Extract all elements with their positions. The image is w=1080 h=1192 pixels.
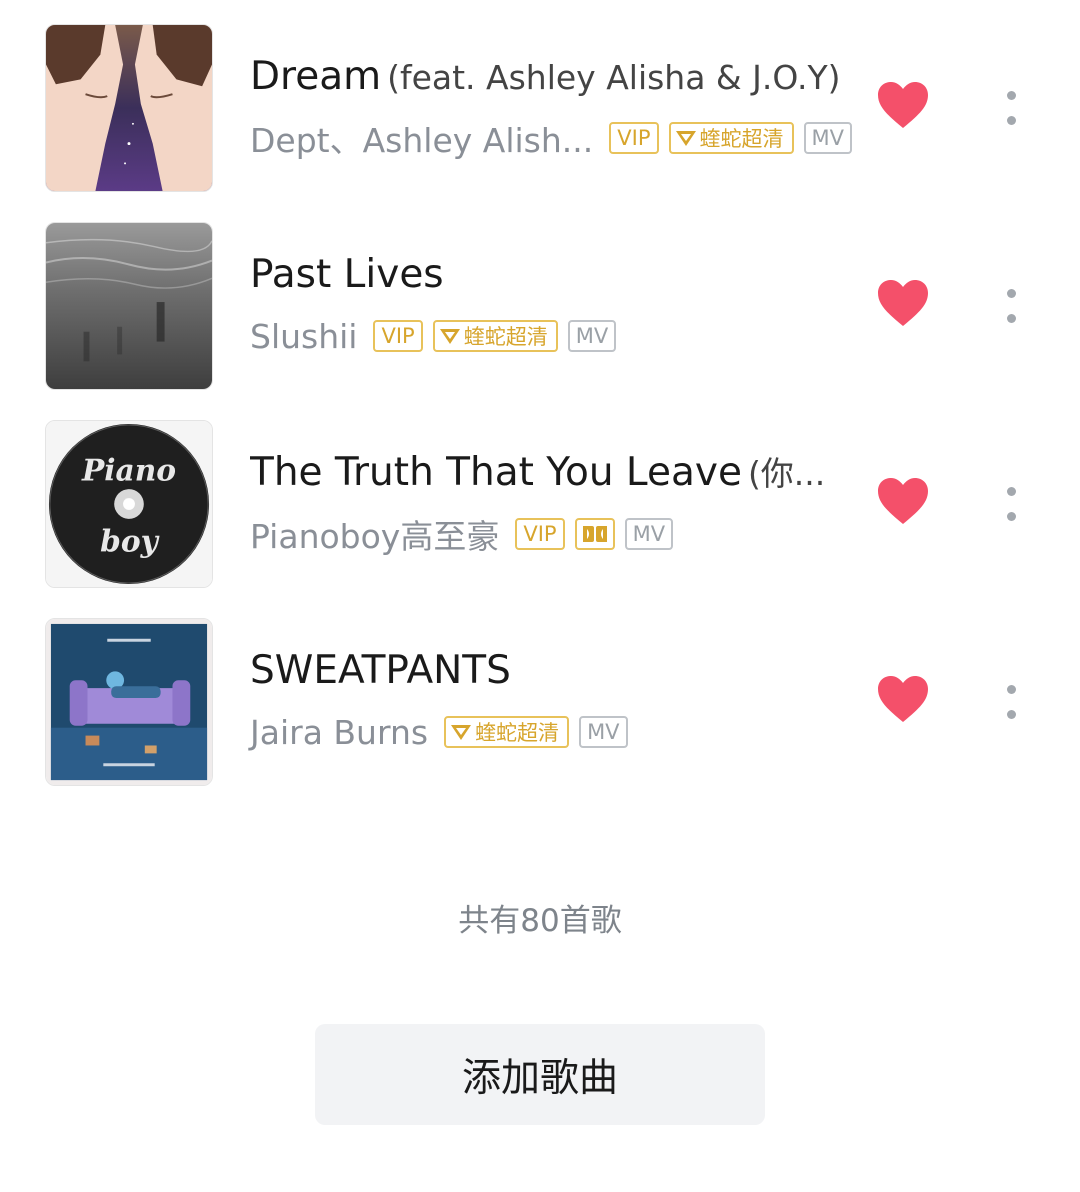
album-cover-past-lives bbox=[45, 222, 213, 390]
heart-icon[interactable] bbox=[876, 278, 930, 328]
artist-name[interactable]: Slushii bbox=[250, 317, 357, 356]
vip-badge: VIP bbox=[609, 122, 659, 154]
viper-v-icon bbox=[439, 329, 460, 344]
song-info: Dream (feat. Ashley Alisha & J.O.Y) Dept、… bbox=[250, 48, 852, 162]
album-cover-piano-boy: Piano boy bbox=[45, 420, 213, 588]
song-title-line: Dream (feat. Ashley Alisha & J.O.Y) bbox=[250, 48, 850, 106]
mv-badge[interactable]: MV bbox=[579, 716, 628, 748]
piano-boy-cd-cover-art: Piano boy bbox=[46, 421, 212, 587]
hq-badge: 蝰蛇超清 bbox=[432, 320, 558, 352]
song-title: Past Lives bbox=[250, 252, 444, 297]
hq-badge-label: 蝰蛇超清 bbox=[699, 127, 784, 151]
dolby-icon bbox=[574, 518, 615, 550]
artist-name[interactable]: Pianoboy高至豪 bbox=[250, 510, 499, 558]
song-meta: Pianoboy高至豪 VIP MV bbox=[250, 510, 850, 558]
song-list: Dream (feat. Ashley Alisha & J.O.Y) Dept、… bbox=[0, 24, 1080, 816]
song-meta: Jaira Burns 蝰蛇超清 MV bbox=[250, 708, 850, 756]
album-cover-sweatpants bbox=[45, 618, 213, 786]
viper-v-icon bbox=[451, 725, 472, 740]
song-title-line: Past Lives bbox=[250, 246, 850, 304]
heart-icon[interactable] bbox=[876, 80, 930, 130]
hq-badge-label: 蝰蛇超清 bbox=[475, 721, 560, 745]
song-row-dream[interactable]: Dream (feat. Ashley Alisha & J.O.Y) Dept、… bbox=[0, 24, 1080, 222]
song-title: SWEATPANTS bbox=[250, 648, 511, 693]
mv-badge[interactable]: MV bbox=[567, 320, 617, 352]
song-meta: Dept、Ashley Alish... VIP 蝰蛇超清 MV bbox=[250, 114, 852, 162]
song-row-sweatpants[interactable]: SWEATPANTS Jaira Burns 蝰蛇超清 MV bbox=[0, 618, 1080, 816]
hq-badge: 蝰蛇超清 bbox=[444, 716, 570, 748]
song-row-past-lives[interactable]: Past Lives Slushii VIP 蝰蛇超清 MV bbox=[0, 222, 1080, 420]
vip-badge: VIP bbox=[515, 518, 565, 550]
song-title-line: SWEATPANTS bbox=[250, 642, 850, 700]
past-lives-cover-art bbox=[46, 223, 212, 389]
more-options-icon[interactable] bbox=[990, 668, 1032, 728]
mv-badge[interactable]: MV bbox=[803, 122, 852, 154]
song-count-text: 共有80首歌 bbox=[458, 903, 622, 939]
song-row-the-truth[interactable]: Piano boy The Truth That You Leave (你... … bbox=[0, 420, 1080, 618]
song-title: The Truth That You Leave bbox=[250, 450, 742, 495]
add-songs-button[interactable]: 添加歌曲 bbox=[315, 1024, 765, 1125]
more-options-icon[interactable] bbox=[990, 74, 1032, 134]
mv-badge[interactable]: MV bbox=[624, 518, 674, 550]
hq-badge-label: 蝰蛇超清 bbox=[463, 325, 548, 349]
sweatpants-cover-art bbox=[46, 619, 212, 785]
song-info: The Truth That You Leave (你... Pianoboy高至… bbox=[250, 444, 850, 558]
song-title-line: The Truth That You Leave (你... bbox=[250, 444, 850, 502]
song-title: Dream bbox=[250, 54, 382, 99]
dream-cover-art bbox=[46, 25, 212, 191]
more-options-icon[interactable] bbox=[990, 272, 1032, 332]
more-options-icon[interactable] bbox=[990, 470, 1032, 530]
viper-v-icon bbox=[675, 131, 696, 146]
artist-name[interactable]: Dept、Ashley Alish... bbox=[250, 114, 593, 162]
cover-text-top: Piano bbox=[81, 452, 176, 487]
heart-icon[interactable] bbox=[876, 476, 930, 526]
song-subtitle: (你... bbox=[747, 454, 826, 493]
song-info: Past Lives Slushii VIP 蝰蛇超清 MV bbox=[250, 246, 850, 360]
song-meta: Slushii VIP 蝰蛇超清 MV bbox=[250, 312, 850, 360]
playlist-page: Dream (feat. Ashley Alisha & J.O.Y) Dept、… bbox=[0, 0, 1080, 1192]
song-info: SWEATPANTS Jaira Burns 蝰蛇超清 MV bbox=[250, 642, 850, 756]
hq-badge: 蝰蛇超清 bbox=[668, 122, 794, 154]
song-subtitle: (feat. Ashley Alisha & J.O.Y) bbox=[387, 58, 841, 97]
album-cover-dream bbox=[45, 24, 213, 192]
vip-badge: VIP bbox=[373, 320, 423, 352]
cover-text-bottom: boy bbox=[100, 523, 159, 558]
artist-name[interactable]: Jaira Burns bbox=[250, 713, 428, 752]
heart-icon[interactable] bbox=[876, 674, 930, 724]
